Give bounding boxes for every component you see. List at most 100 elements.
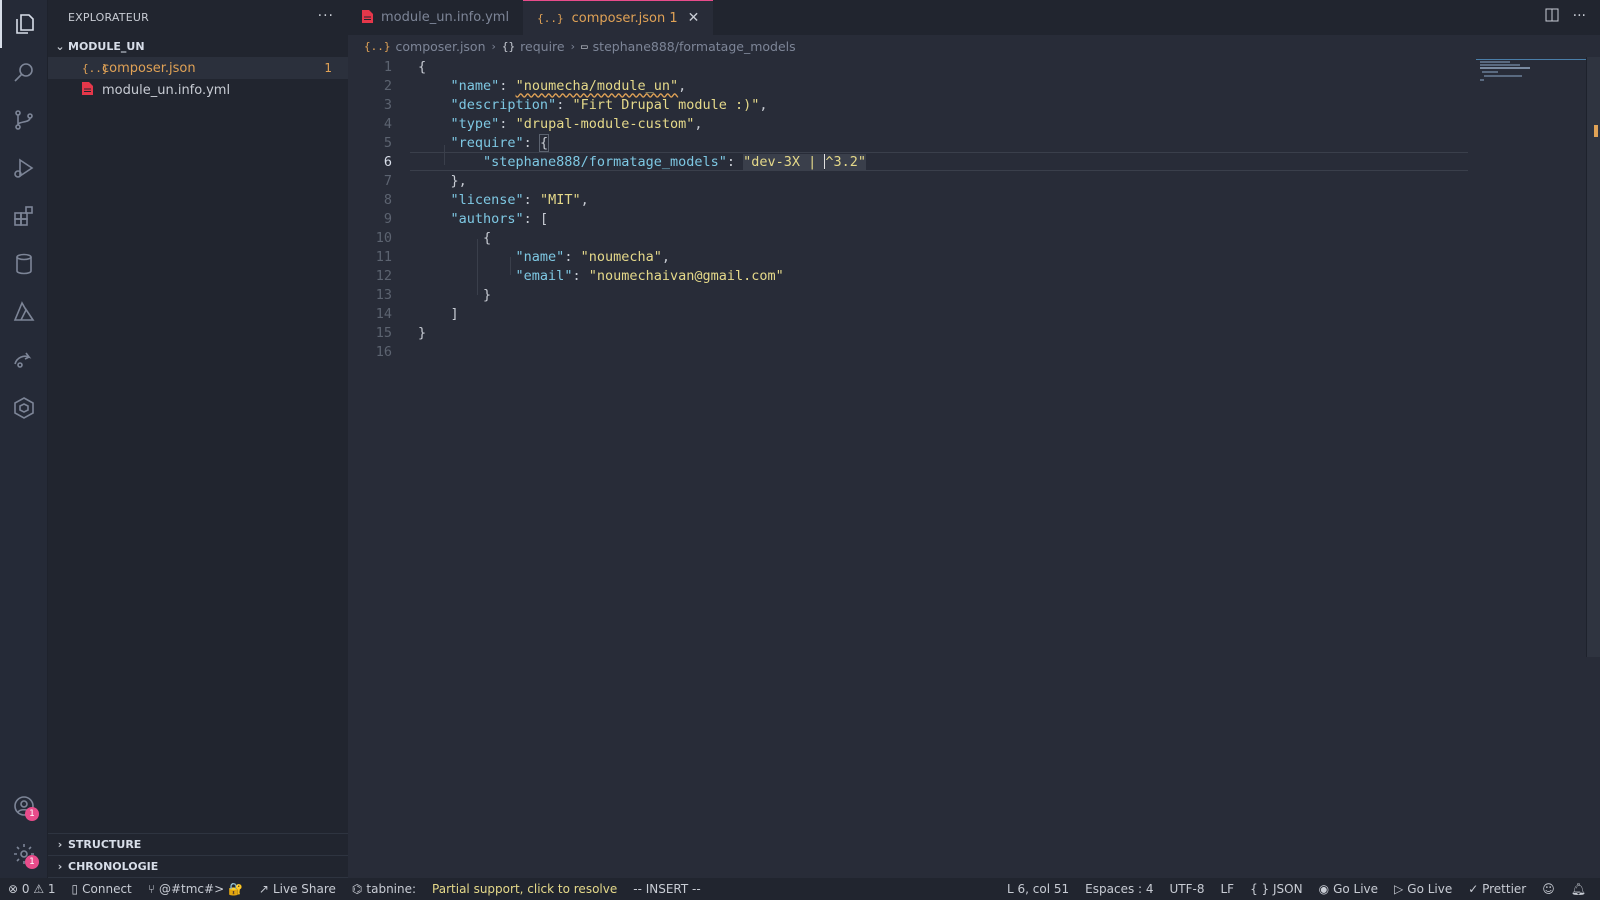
code-text: "require": {: [418, 133, 550, 152]
indentation[interactable]: Espaces : 4: [1077, 878, 1161, 900]
live-share-icon[interactable]: [0, 336, 48, 384]
json-key: "authors": [450, 210, 524, 227]
database-icon[interactable]: [0, 240, 48, 288]
bracket: },: [450, 172, 467, 189]
code-text: {: [418, 230, 491, 246]
code-text: ]: [418, 306, 459, 322]
bracket: {: [538, 133, 550, 152]
account-icon[interactable]: 1: [0, 782, 48, 830]
chevron-right-icon: ›: [491, 39, 496, 53]
tabnine-status[interactable]: ⌬ tabnine:: [344, 878, 424, 900]
colon: :: [556, 96, 573, 113]
explorer-title-label: EXPLORATEUR: [68, 11, 149, 24]
end-of-line[interactable]: LF: [1213, 878, 1243, 900]
json-key: "description": [450, 96, 557, 113]
code-text: "license": "MIT",: [418, 192, 589, 208]
code-text: {: [418, 59, 426, 75]
line-number: 15: [375, 324, 392, 341]
code-line: 2 "name": "noumecha/module_un",: [348, 76, 1468, 95]
more-actions-icon[interactable]: ···: [1573, 8, 1586, 26]
minimap-line: [1480, 67, 1530, 69]
live-share-button[interactable]: ↗ Live Share: [251, 878, 344, 900]
breadcrumb-file[interactable]: composer.json: [396, 39, 486, 54]
code-line: 8 "license": "MIT",: [348, 190, 1468, 209]
split-editor-icon[interactable]: [1545, 8, 1559, 26]
minimap[interactable]: [1476, 57, 1586, 107]
breadcrumb-key[interactable]: stephane888/formatage_models: [593, 39, 796, 54]
code-line: 1 {: [348, 57, 1468, 76]
vertical-scrollbar[interactable]: [1586, 57, 1600, 657]
tab-label: module_un.info.yml: [381, 10, 510, 25]
go-live-button-1[interactable]: ◉ Go Live: [1311, 878, 1386, 900]
json-key: "stephane888/formatage_models": [483, 153, 727, 170]
minimap-line: [1480, 61, 1510, 63]
explorer-title: EXPLORATEUR ···: [48, 0, 348, 35]
tab-actions: ···: [1545, 8, 1586, 26]
line-number: 4: [383, 115, 392, 132]
kubernetes-icon[interactable]: [0, 384, 48, 432]
more-actions-icon[interactable]: ···: [318, 8, 334, 24]
plug-icon: ▯: [71, 882, 79, 896]
json-key: "license": [450, 191, 524, 208]
line-number: 10: [375, 229, 392, 246]
notifications-bell-icon[interactable]: 🔔︎: [1563, 878, 1594, 900]
section-structure[interactable]: › STRUCTURE: [48, 834, 348, 856]
settings-gear-icon[interactable]: 1: [0, 830, 48, 878]
activity-bar: 1 1: [0, 0, 48, 878]
code-editor[interactable]: 1 { 2 "name": "noumecha/module_un", 3 "d…: [348, 57, 1600, 878]
line-number: 2: [383, 77, 392, 94]
cursor-position[interactable]: L 6, col 51: [999, 878, 1077, 900]
tab-label: composer.json 1: [571, 10, 678, 26]
code-line: 5 "require": {: [348, 133, 1468, 152]
code-line: 3 "description": "Firt Drupal module :)"…: [348, 95, 1468, 114]
comma: ,: [694, 115, 703, 132]
tab-module-un-info-yml[interactable]: module_un.info.yml: [348, 0, 523, 35]
line-number: 16: [375, 343, 392, 360]
colon: :: [572, 267, 589, 284]
code-text: }: [418, 325, 426, 341]
code-text: },: [418, 173, 467, 189]
json-file-icon: {..}: [82, 61, 109, 75]
minimap-line: [1482, 71, 1498, 73]
json-key: "require": [450, 134, 524, 151]
line-number: 14: [375, 305, 392, 322]
code-line: 13 }: [348, 285, 1468, 304]
section-chronologie[interactable]: › CHRONOLOGIE: [48, 856, 348, 878]
extensions-icon[interactable]: [0, 192, 48, 240]
live-share-label: Live Share: [272, 882, 336, 896]
encoding[interactable]: UTF-8: [1162, 878, 1213, 900]
yml-file-icon: [82, 82, 102, 98]
prettier-status[interactable]: ✓ Prettier: [1460, 878, 1534, 900]
breadcrumb-object[interactable]: require: [520, 39, 564, 54]
line-number: 8: [383, 191, 392, 208]
connect-button[interactable]: ▯ Connect: [64, 878, 140, 900]
minimap-line: [1480, 79, 1484, 81]
source-control-icon[interactable]: [0, 96, 48, 144]
code-line: 14 ]: [348, 304, 1468, 323]
language-mode[interactable]: { } JSON: [1242, 878, 1310, 900]
bracket: }: [483, 286, 492, 303]
bracket: {: [483, 229, 492, 246]
feedback-icon[interactable]: ☺: [1534, 878, 1563, 900]
partial-support-link[interactable]: Partial support, click to resolve: [424, 878, 625, 900]
line-number: 6: [383, 153, 392, 170]
file-module-un-info-yml[interactable]: module_un.info.yml: [48, 79, 348, 101]
git-branch[interactable]: ⑂ @#tmc#> 🔐: [140, 878, 251, 900]
explorer-icon[interactable]: [0, 0, 48, 48]
go-live-button-2[interactable]: ▷ Go Live: [1386, 878, 1460, 900]
folder-module-un[interactable]: ⌄ MODULE_UN: [48, 35, 348, 57]
search-icon[interactable]: [0, 48, 48, 96]
file-composer-json[interactable]: {..} composer.json 1: [48, 57, 348, 79]
colon: :: [523, 134, 540, 151]
run-debug-icon[interactable]: [0, 144, 48, 192]
close-icon[interactable]: ✕: [688, 10, 700, 26]
warning-marker: [1594, 125, 1598, 137]
chevron-right-icon: ›: [57, 860, 63, 873]
code-text: "name": "noumecha/module_un",: [418, 78, 687, 94]
code-line: 9 "authors": [: [348, 209, 1468, 228]
azure-icon[interactable]: [0, 288, 48, 336]
tab-composer-json[interactable]: {..} composer.json 1 ✕: [523, 0, 714, 35]
bracket: ]: [450, 305, 459, 322]
json-file-icon: {..}: [364, 39, 391, 53]
problems-indicator[interactable]: ⊗ 0 ⚠ 1: [0, 878, 64, 900]
